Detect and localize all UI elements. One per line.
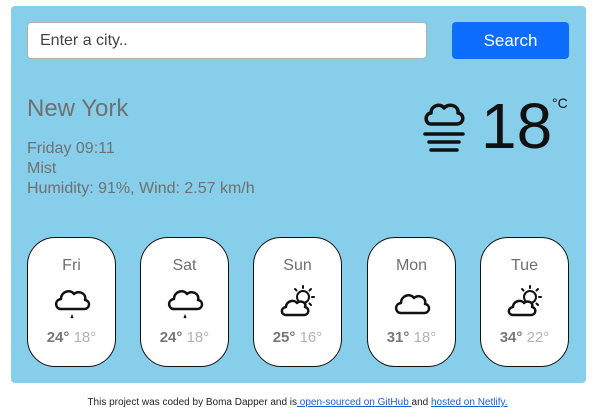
high-temp: 31° (386, 329, 410, 346)
forecast-card: Sat 24° 18° (140, 237, 229, 367)
forecast-card: Sun 25° 16° (253, 237, 342, 367)
footer-text-and: and (411, 397, 429, 408)
forecast-temps: 24° 18° (28, 329, 115, 346)
partly-cloudy-icon (280, 285, 315, 317)
forecast-temps: 24° 18° (141, 329, 228, 346)
low-temp: 18° (413, 329, 437, 346)
search-button[interactable]: Search (452, 22, 569, 59)
footer: This project was coded by Boma Dapper an… (0, 397, 595, 408)
high-temp: 24° (159, 329, 183, 346)
weather-description: Mist (27, 160, 57, 177)
high-temp: 24° (46, 329, 70, 346)
date-time: Friday 09:11 (27, 140, 115, 157)
forecast-temps: 34° 22° (481, 329, 568, 346)
rain-cloud-icon (54, 290, 91, 319)
forecast-card: Fri 24° 18° (27, 237, 116, 367)
low-temp: 18° (186, 329, 210, 346)
high-temp: 34° (499, 329, 523, 346)
forecast-day: Tue (511, 257, 538, 274)
forecast-card: Tue 34° 22° (480, 237, 569, 367)
rain-cloud-icon (167, 290, 204, 319)
weather-app: Search New York Friday 09:11 Mist Humidi… (11, 6, 586, 383)
low-temp: 16° (299, 329, 323, 346)
humidity-wind: Humidity: 91%, Wind: 2.57 km/h (27, 180, 255, 197)
footer-text: This project was coded by Boma Dapper an… (87, 397, 298, 408)
forecast-temps: 25° 16° (254, 329, 341, 346)
city-name: New York (27, 95, 129, 122)
weather-details: Friday 09:11 Mist Humidity: 91%, Wind: 2… (27, 139, 255, 199)
forecast-temps: 31° 18° (368, 329, 455, 346)
forecast-day: Mon (395, 257, 428, 274)
github-link[interactable]: open-sourced on GitHub (297, 397, 412, 408)
forecast-card: Mon 31° 18° (367, 237, 456, 367)
current-temperature: 18 (481, 90, 553, 162)
partly-cloudy-icon (507, 285, 542, 317)
netlify-link[interactable]: hosted on Netlify. (431, 397, 508, 408)
forecast-day: Sat (172, 257, 197, 274)
forecast-day: Fri (62, 257, 81, 274)
high-temp: 25° (272, 329, 296, 346)
cloud-icon (394, 294, 431, 315)
temperature-unit[interactable]: °C (552, 95, 568, 111)
mist-icon (423, 103, 465, 152)
forecast-day: Sun (283, 257, 312, 274)
city-search-input[interactable] (27, 22, 427, 59)
low-temp: 22° (526, 329, 550, 346)
low-temp: 18° (73, 329, 97, 346)
